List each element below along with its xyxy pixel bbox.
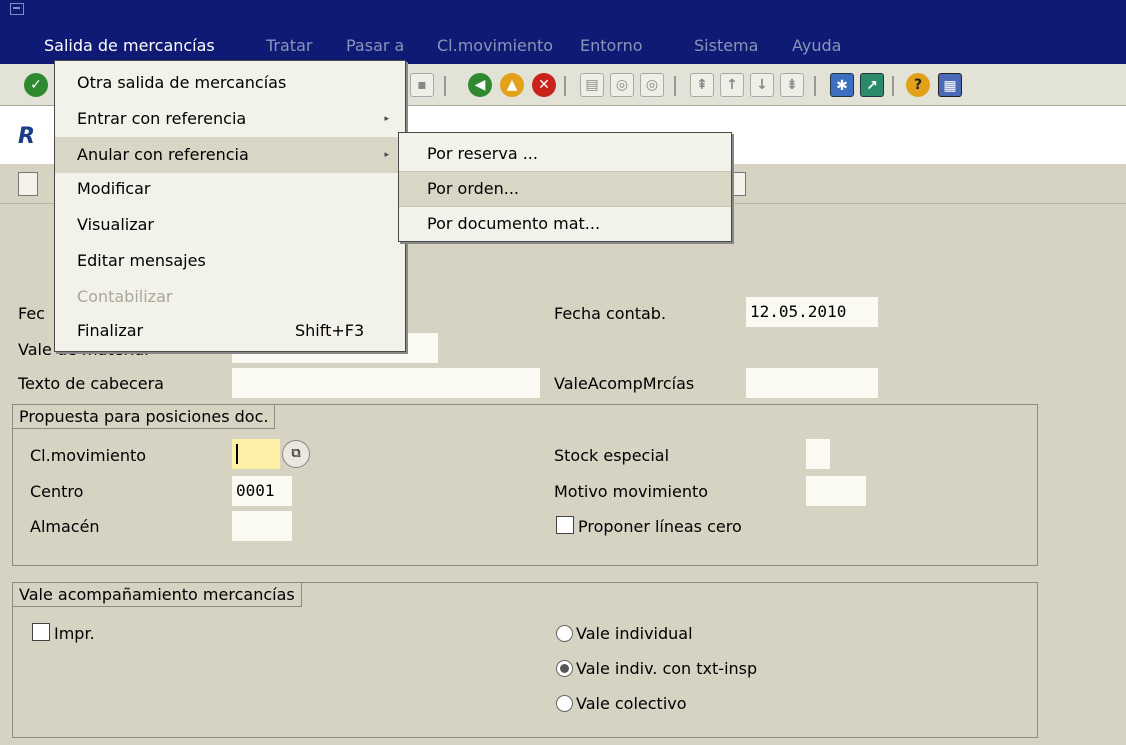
menu-item-editar-mensajes[interactable]: Editar mensajes [55,243,405,279]
vale-indiv-txt-label: Vale indiv. con txt-insp [576,659,758,678]
texto-cabecera-label: Texto de cabecera [18,374,164,393]
vale-group: Vale acompañamiento mercancías [12,582,1038,738]
text-cursor [236,444,238,464]
menu-pasar-a[interactable]: Pasar a [346,36,404,55]
submenu-arrow-icon: ▸ [384,114,389,124]
fecha-doc-label: Fec [18,304,45,323]
menu-sistema[interactable]: Sistema [694,36,758,55]
almacen-field[interactable] [232,511,292,541]
impr-checkbox[interactable] [32,623,50,641]
save-icon[interactable]: ▪ [410,73,434,97]
find-next-icon[interactable]: ◎ [640,73,664,97]
vale-individual-label: Vale individual [576,624,693,643]
menu-item-label: Finalizar [77,321,144,340]
system-menu-icon[interactable] [10,3,24,15]
submenu-item-por-reserva[interactable]: Por reserva ... [399,137,731,171]
menu-item-contabilizar: Contabilizar [55,279,405,315]
centro-label: Centro [30,482,84,501]
menu-item-label: Anular con referencia [77,145,249,164]
print-icon[interactable]: ▤ [580,73,604,97]
back-icon[interactable]: ◀ [468,73,492,97]
last-page-icon[interactable]: ⇟ [780,73,804,97]
vale-colectivo-radio[interactable] [556,695,573,712]
menu-item-visualizar[interactable]: Visualizar [55,207,405,243]
app-toolbar-button[interactable] [18,172,38,196]
menu-item-shortcut: Shift+F3 [295,321,365,340]
shortcut-icon[interactable]: ↗ [860,73,884,97]
centro-field[interactable]: 0001 [232,476,292,506]
menu-item-anular-referencia[interactable]: Anular con referencia ▸ [55,137,405,173]
proponer-lineas-cero-label: Proponer líneas cero [578,517,742,536]
texto-cabecera-field[interactable] [232,368,540,398]
toolbar-separator [814,76,816,96]
vale-group-title: Vale acompañamiento mercancías [13,583,302,607]
enter-icon[interactable]: ✓ [24,73,48,97]
anular-submenu: Por reserva ... Por orden... Por documen… [398,132,732,242]
menu-salida[interactable]: Salida de mercancías [44,36,215,55]
previous-page-icon[interactable]: ↑ [720,73,744,97]
menu-clmovimiento[interactable]: Cl.movimiento [437,36,553,55]
menu-item-entrar-referencia[interactable]: Entrar con referencia ▸ [55,101,405,137]
proponer-lineas-cero-checkbox[interactable] [556,516,574,534]
menu-item-otra-salida[interactable]: Otra salida de mercancías [55,65,405,101]
menu-item-label: Modificar [77,179,151,198]
fecha-contab-label: Fecha contab. [554,304,667,323]
next-page-icon[interactable]: ↓ [750,73,774,97]
vale-colectivo-label: Vale colectivo [576,694,687,713]
clmovimiento-label: Cl.movimiento [30,446,147,465]
menu-item-label: Editar mensajes [77,251,206,270]
help-icon[interactable]: ? [906,73,930,97]
page-title: R [18,124,35,149]
app-toolbar-button[interactable] [732,172,746,196]
clmovimiento-field[interactable] [232,439,280,469]
motivo-movimiento-field[interactable] [806,476,866,506]
toolbar-separator [564,76,566,96]
toolbar-separator [674,76,676,96]
submenu-arrow-icon: ▸ [384,150,389,160]
stock-especial-field[interactable] [806,439,830,469]
impr-label: Impr. [54,624,95,643]
toolbar-separator [444,76,446,96]
stock-especial-label: Stock especial [554,446,670,465]
toolbar-separator [892,76,894,96]
salida-dropdown-menu: Otra salida de mercancías Entrar con ref… [54,60,406,352]
motivo-movimiento-label: Motivo movimiento [554,482,709,501]
menu-item-finalizar[interactable]: Finalizar Shift+F3 [55,313,405,349]
find-icon[interactable]: ◎ [610,73,634,97]
submenu-item-por-orden[interactable]: Por orden... [399,172,731,206]
search-help-icon[interactable]: ⧉ [282,440,310,468]
menu-bar: Salida de mercancías Tratar Pasar a Cl.m… [0,30,1126,62]
cancel-icon[interactable]: ✕ [532,73,556,97]
menu-item-label: Visualizar [77,215,154,234]
menu-item-label: Contabilizar [77,287,173,306]
first-page-icon[interactable]: ⇞ [690,73,714,97]
layout-menu-icon[interactable]: ▦ [938,73,962,97]
menu-ayuda[interactable]: Ayuda [792,36,841,55]
exit-icon[interactable]: ▲ [500,73,524,97]
fecha-contab-field[interactable]: 12.05.2010 [746,297,878,327]
menu-item-label: Entrar con referencia [77,109,247,128]
menu-item-modificar[interactable]: Modificar [55,171,405,207]
new-session-icon[interactable]: ✱ [830,73,854,97]
menu-tratar[interactable]: Tratar [266,36,312,55]
vale-acomp-field[interactable] [746,368,878,398]
menu-item-label: Otra salida de mercancías [77,73,287,92]
almacen-label: Almacén [30,517,100,536]
menu-entorno[interactable]: Entorno [580,36,643,55]
propuesta-group: Propuesta para posiciones doc. [12,404,1038,566]
vale-acomp-label: ValeAcompMrcías [554,374,695,393]
vale-indiv-txt-radio[interactable] [556,660,573,677]
vale-individual-radio[interactable] [556,625,573,642]
propuesta-group-title: Propuesta para posiciones doc. [13,405,276,429]
submenu-item-por-documento[interactable]: Por documento mat... [399,207,731,241]
